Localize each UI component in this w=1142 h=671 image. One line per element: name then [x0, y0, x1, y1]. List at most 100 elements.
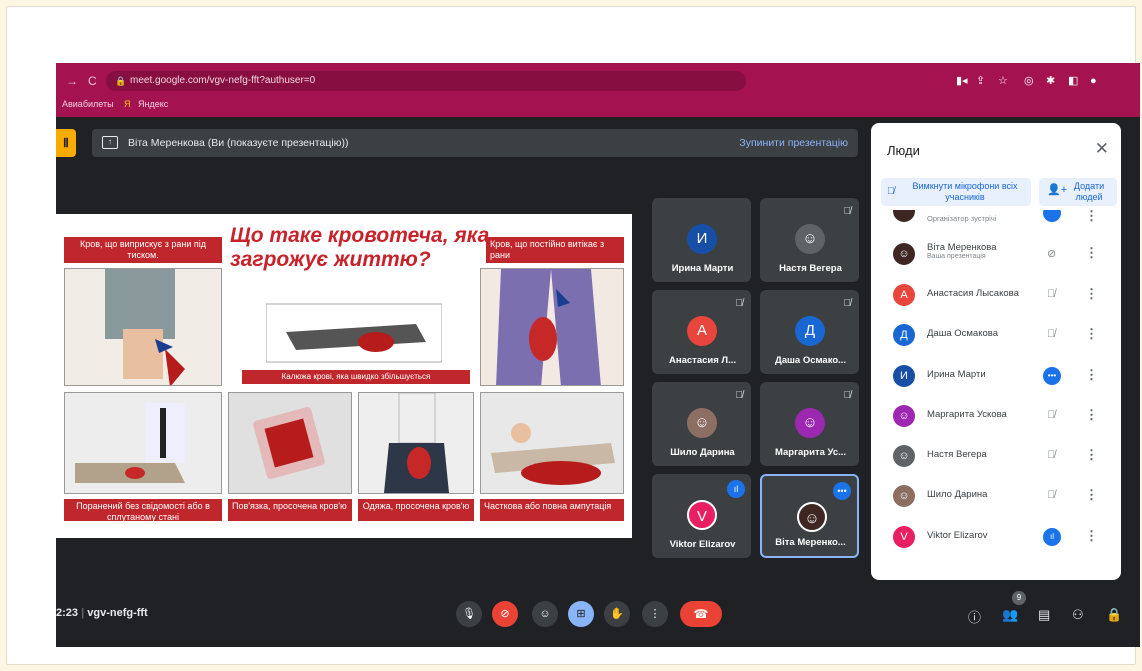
activities-icon[interactable]: ⚇ — [1072, 607, 1084, 623]
avatar: А — [893, 284, 915, 306]
slide-illustration-unconscious — [64, 392, 222, 494]
list-item[interactable]: ☺ Віта Меренкова Ваша презентація ⊘ ⋮ — [879, 235, 1109, 275]
clock-time: 2:23 — [56, 607, 79, 619]
participant-tile[interactable]: 🎙̸ ☺ Шило Дарина — [652, 382, 751, 466]
stop-presenting-button[interactable]: Зупинити презентацію — [739, 129, 848, 157]
participant-tile[interactable]: ıl V Viktor Elizarov — [652, 474, 751, 558]
info-icon[interactable]: ⓘ — [968, 607, 981, 626]
people-icon[interactable]: 👥 — [1002, 607, 1018, 623]
list-item[interactable]: ☺ Настя Вегера 🎙̸ ⋮ — [879, 437, 1109, 477]
list-item[interactable]: ☺ Шило Дарина 🎙̸ ⋮ — [879, 477, 1109, 517]
mic-button[interactable]: 🎙 — [456, 601, 482, 627]
slide-caption: Кров, що виприскує з рани під тиском. — [64, 237, 222, 263]
more-vert-icon[interactable]: ⋮ — [1085, 367, 1098, 383]
bookmark-aviabilety[interactable]: Авиабилеты — [62, 97, 114, 111]
people-panel: Люди ✕ 🎙̸ Вимкнути мікрофони всіх учасни… — [871, 123, 1121, 580]
mic-off-icon: 🎙̸ — [887, 186, 895, 197]
profile-icon[interactable]: ● — [1090, 71, 1097, 91]
more-options-button[interactable]: ⋮ — [642, 601, 668, 627]
camera-indicator-icon[interactable]: ▮◂ — [956, 71, 968, 91]
avatar: ☺ — [893, 243, 915, 265]
more-vert-icon[interactable]: ⋮ — [1085, 286, 1098, 302]
participant-tile[interactable]: 🎙̸ ☺ Маргарита Ус... — [760, 382, 859, 466]
screenshot-frame: → C 🔒 meet.google.com/vgv-nefg-fft?authu… — [6, 6, 1140, 665]
more-vert-icon[interactable]: ⋮ — [1085, 407, 1098, 423]
panel-title: Люди — [887, 143, 920, 158]
avatar: И — [893, 365, 915, 387]
raise-hand-button[interactable]: ✋ — [604, 601, 630, 627]
reload-icon[interactable]: C — [88, 71, 97, 91]
participant-name: Віта Меренкова — [927, 242, 997, 253]
forward-icon[interactable]: → — [66, 71, 78, 91]
extension-icon[interactable]: ◎ — [1024, 71, 1034, 91]
slide-caption: Пов'язка, просочена кров'ю — [228, 499, 352, 521]
present-button[interactable]: ⊞ — [568, 601, 594, 627]
more-vert-icon[interactable]: ⋮ — [1085, 210, 1098, 224]
more-vert-icon[interactable]: ⋮ — [1085, 245, 1098, 261]
people-count-badge: 9 — [1012, 591, 1026, 605]
more-options-icon[interactable]: ••• — [833, 482, 851, 500]
slide-illustration-clothes — [358, 392, 474, 494]
more-vert-icon[interactable]: ⋮ — [1085, 447, 1098, 463]
mute-all-button[interactable]: 🎙̸ Вимкнути мікрофони всіх учасників — [881, 178, 1031, 206]
lock-icon: 🔒 — [115, 76, 127, 86]
avatar: ☺ — [795, 224, 825, 254]
participant-tile[interactable]: 🎙̸ А Анастасия Л... — [652, 290, 751, 374]
avatar: ☺ — [797, 502, 827, 532]
chat-icon[interactable]: ▤ — [1038, 607, 1050, 623]
puzzle-icon[interactable]: ✱ — [1046, 71, 1055, 91]
more-options-icon: ••• — [1043, 367, 1061, 385]
list-item[interactable]: V Viktor Elizarov ıl ⋮ — [879, 518, 1109, 558]
presentation-banner: ↑ Віта Меренкова (Ви (показуєте презента… — [92, 129, 858, 157]
bookmark-star-icon[interactable]: ☆ — [998, 71, 1008, 91]
list-item[interactable]: И Ирина Марти ••• ⋮ — [879, 357, 1109, 397]
participant-tile[interactable]: И Ирина Марти — [652, 198, 751, 282]
more-vert-icon[interactable]: ⋮ — [1085, 528, 1098, 544]
participant-name: Анастасия Л... — [669, 355, 736, 366]
present-off-icon: ⊘ — [1047, 248, 1057, 260]
participant-name: Анастасия Лысакова — [927, 288, 1019, 299]
avatar: ☺ — [893, 405, 915, 427]
participant-tile-self[interactable]: ••• ☺ Віта Меренко... — [760, 474, 859, 558]
slide-illustration-bandage — [228, 392, 352, 494]
present-icon: ↑ — [102, 136, 118, 149]
slide-caption: Одяжа, просочена кров'ю — [358, 499, 474, 521]
avatar: И — [687, 224, 717, 254]
more-vert-icon[interactable]: ⋮ — [1085, 487, 1098, 503]
mic-off-icon: 🎙̸ — [843, 390, 852, 401]
emoji-button[interactable]: ☺ — [532, 601, 558, 627]
close-icon[interactable]: ✕ — [1095, 139, 1109, 159]
speaking-icon: ıl — [1043, 528, 1061, 546]
slide-caption: Часткова або повна ампутація — [480, 499, 624, 521]
list-item[interactable]: А Анастасия Лысакова 🎙̸ ⋮ — [879, 276, 1109, 316]
mic-off-icon: 🎙̸ — [843, 298, 852, 309]
end-call-button[interactable]: ☎ — [680, 601, 722, 627]
share-icon[interactable]: ⇪ — [976, 71, 985, 91]
avatar: ☺ — [687, 408, 717, 438]
sidebar-icon[interactable]: ◧ — [1068, 71, 1078, 91]
mic-off-icon: 🎙̸ — [843, 206, 852, 217]
list-item[interactable]: ☺ Маргарита Ускова 🎙̸ ⋮ — [879, 397, 1109, 437]
participant-name: Віта Меренко... — [775, 537, 846, 548]
participant-tile[interactable]: 🎙̸ Д Даша Осмако... — [760, 290, 859, 374]
list-item[interactable]: Д Даша Осмакова 🎙̸ ⋮ — [879, 316, 1109, 356]
more-vert-icon[interactable]: ⋮ — [1085, 326, 1098, 342]
add-people-button[interactable]: 👤+ Додати людей — [1039, 178, 1117, 206]
participant-name: Шило Дарина — [670, 447, 735, 458]
bookmark-yandex[interactable]: Яндекс — [138, 97, 168, 111]
avatar: ☺ — [893, 485, 915, 507]
list-item[interactable]: Організатор зустрічі ⋮ — [879, 210, 1109, 230]
slide-caption: Кров, що постійно витікає з рани — [486, 237, 624, 263]
camera-off-button[interactable]: ⊘ — [492, 601, 518, 627]
lock-icon[interactable]: 🔒 — [1106, 607, 1122, 623]
avatar: А — [687, 316, 717, 346]
meet-window: → C 🔒 meet.google.com/vgv-nefg-fft?authu… — [56, 63, 1140, 647]
participant-name: Viktor Elizarov — [669, 539, 736, 550]
avatar: Д — [795, 316, 825, 346]
slide-illustration-thigh — [480, 268, 624, 386]
participant-name: Маргарита Ускова — [927, 409, 1007, 420]
address-bar[interactable]: 🔒 meet.google.com/vgv-nefg-fft?authuser=… — [106, 71, 746, 91]
add-person-icon: 👤+ — [1047, 184, 1068, 196]
participant-tile[interactable]: 🎙̸ ☺ Настя Вегера — [760, 198, 859, 282]
mic-off-icon: 🎙̸ — [1047, 288, 1056, 300]
